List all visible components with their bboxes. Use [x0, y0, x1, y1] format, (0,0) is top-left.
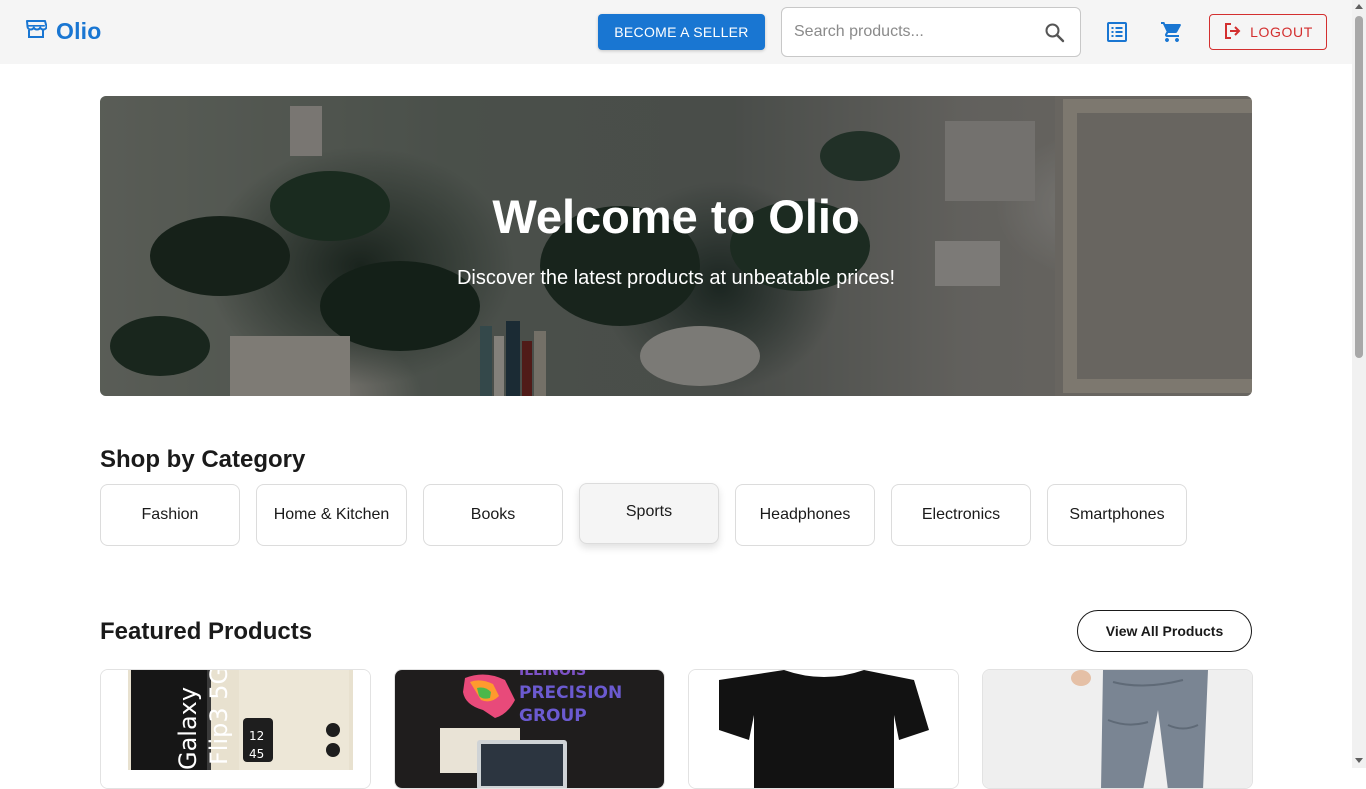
category-books[interactable]: Books	[423, 484, 563, 546]
search-box	[781, 7, 1081, 57]
product-image-jeans	[983, 670, 1252, 788]
orders-list-icon[interactable]	[1106, 21, 1128, 48]
page-scrollbar[interactable]	[1352, 0, 1366, 768]
shopping-cart-icon[interactable]	[1160, 20, 1184, 49]
sign-text-2: PRECISION	[519, 683, 622, 703]
hero-title: Welcome to Olio	[492, 190, 860, 243]
product-card[interactable]: ILLINOIS PRECISION GROUP	[394, 669, 665, 789]
hero-subtitle: Discover the latest products at unbeatab…	[456, 267, 896, 289]
product-card[interactable]	[688, 669, 959, 789]
category-section-title: Shop by Category	[100, 446, 306, 473]
scroll-up-arrow[interactable]	[1355, 4, 1363, 9]
phone-text-1: Galaxy	[174, 687, 202, 770]
logout-label: LOGOUT	[1250, 24, 1313, 40]
top-app-bar: Olio BECOME A SELLER Search products... …	[0, 0, 1352, 64]
scroll-thumb[interactable]	[1355, 16, 1363, 358]
product-image-phone: Galaxy Flip3 5G 12 45	[101, 670, 370, 788]
phone-time-2: 45	[249, 747, 264, 761]
category-home-kitchen[interactable]: Home & Kitchen	[256, 484, 407, 546]
storefront-icon	[25, 19, 48, 44]
brand-name: Olio	[56, 18, 102, 44]
phone-time-1: 12	[249, 729, 264, 743]
product-card[interactable]	[982, 669, 1253, 789]
product-image-laptop: ILLINOIS PRECISION GROUP	[395, 670, 664, 788]
search-icon[interactable]	[1044, 22, 1066, 49]
search-input[interactable]	[794, 20, 1034, 44]
category-electronics[interactable]: Electronics	[891, 484, 1031, 546]
category-sports[interactable]: Sports	[579, 483, 719, 544]
featured-section-title: Featured Products	[100, 618, 313, 645]
category-headphones[interactable]: Headphones	[735, 484, 875, 546]
category-fashion[interactable]: Fashion	[100, 484, 240, 546]
phone-text-2: Flip3 5G	[205, 670, 233, 765]
product-card[interactable]: Galaxy Flip3 5G 12 45	[100, 669, 371, 789]
hero-overlay	[100, 96, 1252, 396]
sign-text-3: GROUP	[519, 706, 587, 726]
brand-logo[interactable]: Olio	[25, 18, 102, 45]
category-smartphones[interactable]: Smartphones	[1047, 484, 1187, 546]
logout-icon	[1223, 22, 1241, 43]
sign-text-1: ILLINOIS	[519, 670, 586, 679]
product-image-tshirt	[689, 670, 958, 788]
view-all-products-button[interactable]: View All Products	[1077, 610, 1252, 652]
become-seller-button[interactable]: BECOME A SELLER	[598, 14, 765, 50]
hero-banner: Welcome to Olio Discover the latest prod…	[100, 96, 1252, 396]
logout-button[interactable]: LOGOUT	[1209, 14, 1327, 50]
scroll-down-arrow[interactable]	[1355, 758, 1363, 763]
